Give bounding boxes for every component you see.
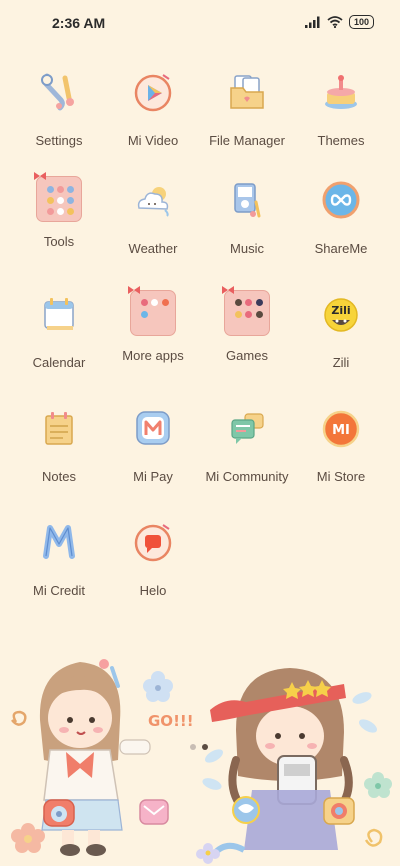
camera-icon — [323, 797, 355, 825]
calendar-icon — [44, 298, 74, 330]
app-helo[interactable]: Helo — [105, 518, 201, 598]
app-label: Helo — [139, 583, 167, 598]
swirl-decoration — [364, 828, 383, 847]
svg-text:MI: MI — [332, 423, 350, 438]
app-notes[interactable]: Notes — [11, 404, 107, 484]
petal-decoration — [204, 749, 224, 763]
app-music[interactable]: Music — [199, 176, 295, 256]
mi-store-icon: MI — [322, 410, 360, 448]
folder-icon — [222, 286, 270, 336]
status-time: 2:36 AM — [52, 15, 106, 31]
flower-decoration — [196, 843, 220, 864]
app-label: Notes — [42, 469, 76, 484]
petal-decoration — [352, 692, 372, 704]
wifi-icon — [327, 16, 343, 28]
app-file-manager[interactable]: File Manager — [199, 68, 295, 148]
play-icon — [134, 74, 172, 112]
app-zili[interactable]: Zili Zili — [293, 290, 389, 370]
status-icons: 100 — [304, 15, 374, 29]
battery-icon: 100 — [348, 15, 374, 29]
app-label: File Manager — [209, 133, 285, 148]
flower-decoration — [143, 671, 173, 702]
settings-icon — [41, 73, 74, 111]
app-mi-video[interactable]: Mi Video — [105, 68, 201, 148]
svg-text:Zili: Zili — [331, 304, 350, 317]
app-label: Settings — [35, 133, 83, 148]
message-icon — [139, 799, 169, 825]
app-label: Mi Video — [127, 133, 179, 148]
wallpaper-illustration: GO!!! — [11, 659, 392, 864]
app-label: Mi Community — [205, 469, 289, 484]
app-games[interactable]: Games — [199, 286, 295, 363]
mi-credit-icon — [43, 525, 75, 559]
folder-icon — [34, 172, 82, 222]
app-mi-credit[interactable]: Mi Credit — [11, 518, 107, 598]
app-label: Music — [230, 241, 264, 256]
flower-decoration — [364, 772, 392, 798]
flower-decoration — [11, 823, 45, 853]
browser-icon — [232, 796, 260, 824]
app-label: Mi Pay — [133, 469, 173, 484]
app-shareme[interactable]: ShareMe — [293, 176, 389, 256]
notes-icon — [45, 412, 73, 445]
app-tools[interactable]: Tools — [11, 172, 107, 249]
app-mi-community[interactable]: Mi Community — [199, 404, 295, 484]
status-bar: 2:36 AM 100 — [0, 0, 400, 44]
go-text: GO!!! — [148, 712, 194, 730]
app-mi-store[interactable]: MI Mi Store — [293, 404, 389, 484]
app-label: More apps — [122, 348, 184, 363]
helo-icon — [134, 524, 172, 562]
app-weather[interactable]: Weather — [105, 176, 201, 256]
app-label: Zili — [332, 355, 350, 370]
girl-right-illustration — [210, 668, 353, 857]
swirl-decoration — [11, 710, 27, 726]
app-label: Calendar — [32, 355, 86, 370]
folder-icon — [128, 286, 176, 336]
cloud-icon — [137, 187, 169, 217]
app-label: Mi Credit — [32, 583, 85, 598]
app-label: Mi Store — [316, 469, 366, 484]
app-label: Themes — [317, 133, 365, 148]
chat-bubbles-icon — [231, 413, 264, 444]
app-label: ShareMe — [314, 241, 368, 256]
petal-decoration — [358, 719, 378, 733]
app-label: Games — [226, 348, 268, 363]
app-mi-pay[interactable]: Mi Pay — [105, 404, 201, 484]
app-label: Tools — [43, 234, 75, 249]
mi-pay-icon — [136, 411, 170, 445]
app-calendar[interactable]: Calendar — [11, 290, 107, 370]
music-player-icon — [234, 183, 261, 218]
folder-file-icon — [230, 75, 264, 109]
zili-icon: Zili — [324, 298, 358, 332]
app-more-apps[interactable]: More apps — [105, 286, 201, 363]
phone-icon — [43, 799, 75, 827]
app-settings[interactable]: Settings — [11, 68, 107, 148]
infinity-icon — [322, 181, 360, 219]
app-themes[interactable]: Themes — [293, 68, 389, 148]
petal-decoration — [202, 778, 222, 790]
app-label: Weather — [128, 241, 178, 256]
signal-icon — [304, 16, 320, 28]
cake-icon — [325, 75, 357, 109]
